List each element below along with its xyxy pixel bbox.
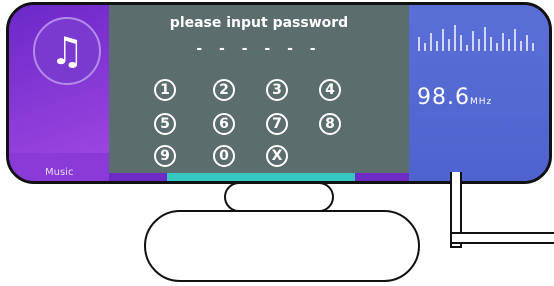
key-5[interactable]: 5 [154, 113, 176, 135]
teal-tile-strip [167, 173, 355, 181]
key-7[interactable]: 7 [266, 113, 288, 135]
stand-base [144, 210, 420, 282]
key-0[interactable]: 0 [213, 145, 235, 167]
music-label: Music [45, 167, 74, 178]
stand-neck [224, 182, 334, 212]
radio-frequency-number: 98.6 [417, 85, 470, 110]
password-title: please input password [169, 15, 349, 31]
key-4[interactable]: 4 [319, 79, 341, 101]
key-6[interactable]: 6 [213, 113, 235, 135]
radio-frequency-bars [418, 25, 534, 51]
music-note-icon[interactable]: ♫ [33, 17, 101, 85]
password-dialog: please input password - - - - - - 1 2 3 … [109, 5, 409, 173]
key-clear[interactable]: X [266, 145, 288, 167]
key-2[interactable]: 2 [213, 79, 235, 101]
radio-frequency: 98.6MHz [417, 85, 492, 110]
radio-panel[interactable]: 98.6MHz [409, 5, 549, 181]
radio-frequency-unit: MHz [469, 97, 493, 107]
key-3[interactable]: 3 [266, 79, 288, 101]
key-1[interactable]: 1 [154, 79, 176, 101]
key-8[interactable]: 8 [319, 113, 341, 135]
mount-bracket-horizontal [452, 232, 554, 244]
device-screen: ♫ Music please input password - - - - - … [6, 2, 552, 184]
key-9[interactable]: 9 [154, 145, 176, 167]
password-dashes: - - - - - - [196, 41, 322, 57]
